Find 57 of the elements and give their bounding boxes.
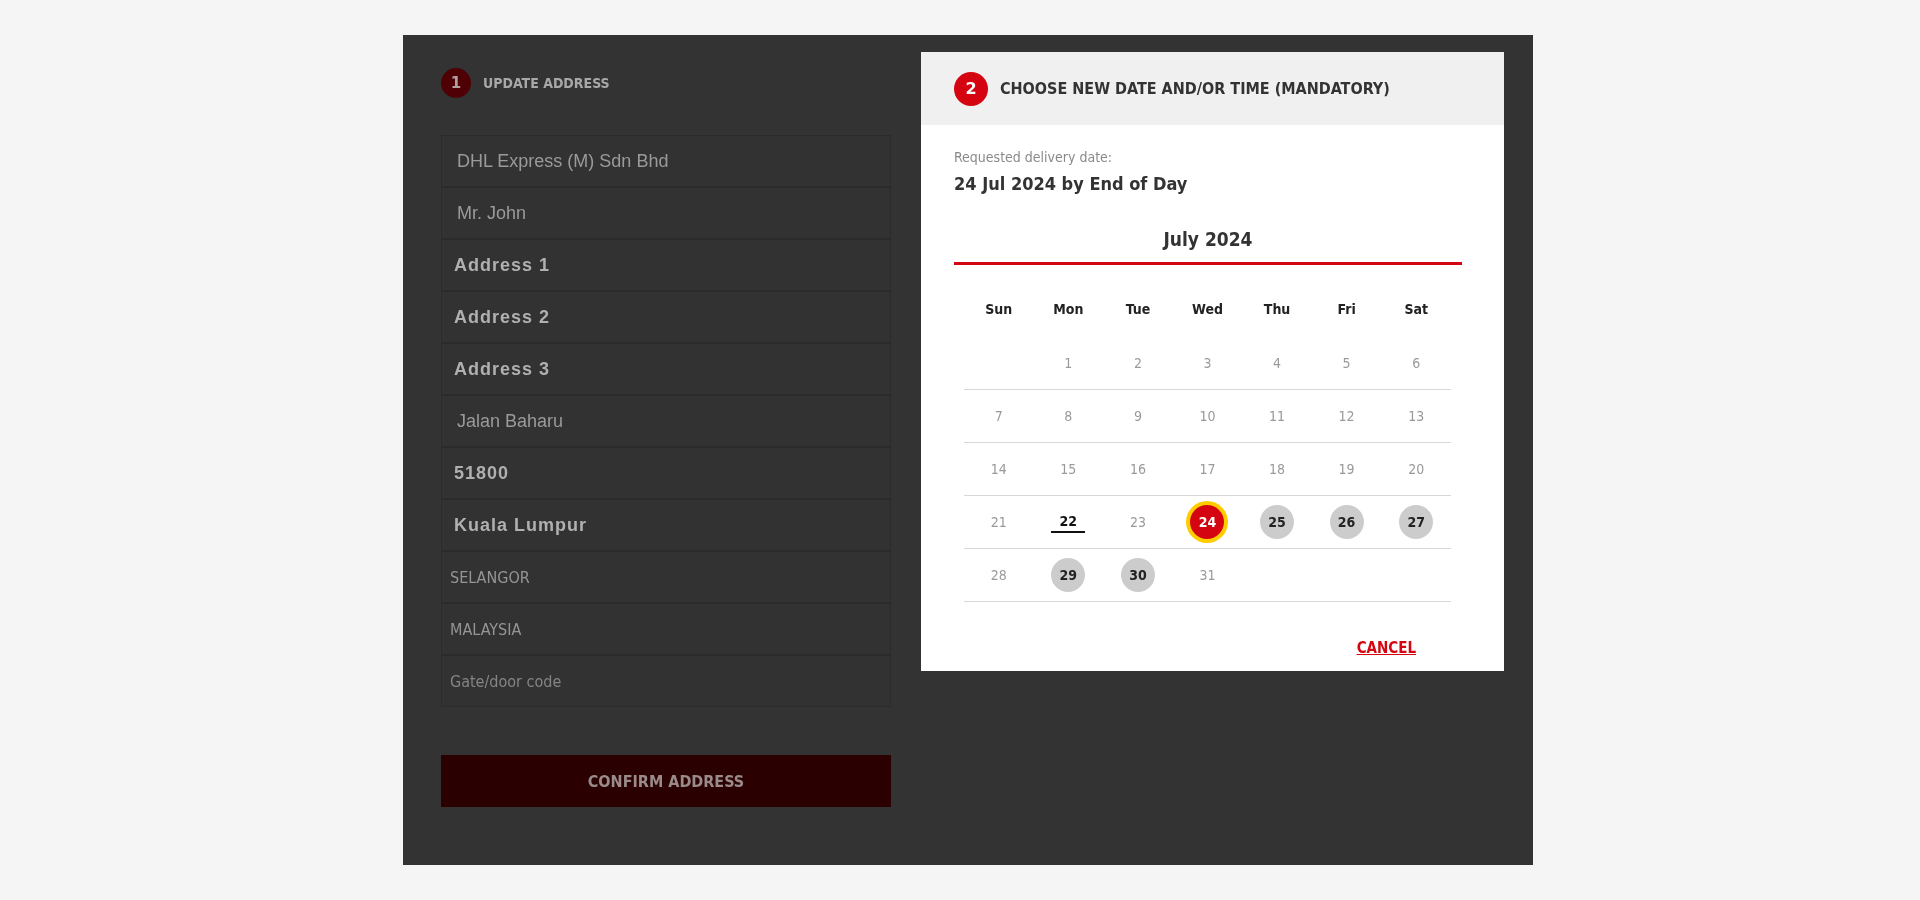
section-title: UPDATE ADDRESS (483, 75, 610, 91)
calendar-day: 22 (1051, 511, 1086, 533)
input-field[interactable]: Gate/door code (441, 655, 891, 707)
calendar-day: 3 (1190, 346, 1225, 380)
calendar-day: 9 (1120, 399, 1155, 433)
calendar-day: 18 (1260, 452, 1295, 486)
calendar-day: 7 (981, 399, 1016, 433)
calendar-day: 12 (1329, 399, 1364, 433)
weekday-label: Sun (985, 301, 1013, 317)
step-number: 1 (441, 68, 471, 98)
input-field[interactable]: Mr. John (441, 187, 891, 239)
weekday-label: Sat (1404, 301, 1428, 317)
calendar-day: 31 (1190, 558, 1225, 592)
weekday-label: Fri (1337, 301, 1356, 317)
input-field[interactable]: Address 3 (441, 343, 891, 395)
input-field[interactable]: SELANGOR (441, 551, 891, 603)
calendar-day: 20 (1399, 452, 1434, 486)
confirm-button[interactable]: CONFIRM ADDRESS (441, 755, 891, 807)
field-label: Requested delivery date: (954, 149, 1114, 165)
calendar-day: 8 (1051, 399, 1086, 433)
weekday-label: Wed (1192, 301, 1223, 317)
input-field[interactable]: Address 2 (441, 291, 891, 343)
calendar-day: 2 (1120, 346, 1155, 380)
weekday-label: Tue (1125, 301, 1151, 317)
calendar-day[interactable]: 27 (1399, 505, 1434, 539)
calendar-day[interactable]: 30 (1120, 558, 1155, 592)
input-field[interactable]: Address 1 (441, 239, 891, 291)
weekday-label: Thu (1263, 301, 1291, 317)
input-field[interactable]: DHL Express (M) Sdn Bhd (441, 135, 891, 187)
delivery-date: 24 Jul 2024 by End of Day (954, 173, 1189, 194)
step-number: 2 (954, 71, 988, 106)
calendar-day[interactable]: 29 (1051, 558, 1086, 592)
calendar-day: 15 (1051, 452, 1086, 486)
calendar-day: 11 (1260, 399, 1295, 433)
calendar-day: 21 (981, 505, 1016, 539)
calendar-day: 5 (1329, 346, 1364, 380)
weekday-label: Mon (1053, 301, 1084, 317)
input-field[interactable]: Jalan Baharu (441, 395, 891, 447)
input-field[interactable]: Kuala Lumpur (441, 499, 891, 551)
calendar-day: 17 (1190, 452, 1225, 486)
input-field[interactable]: 51800 (441, 447, 891, 499)
calendar-day[interactable]: 25 (1260, 505, 1295, 539)
cancel-link[interactable]: CANCEL (1356, 639, 1416, 657)
calendar-day: 14 (981, 452, 1016, 486)
calendar-day: 6 (1399, 346, 1434, 380)
calendar-day: 10 (1190, 399, 1225, 433)
calendar-day: 19 (1329, 452, 1364, 486)
calendar-day: 28 (981, 558, 1016, 592)
calendar-day: 4 (1260, 346, 1295, 380)
dialog-title: CHOOSE NEW DATE AND/OR TIME (MANDATORY) (1000, 79, 1390, 98)
input-field[interactable]: MALAYSIA (441, 603, 891, 655)
calendar-day[interactable]: 26 (1329, 505, 1364, 539)
month-title: July 2024 (954, 228, 1462, 265)
calendar-day: 13 (1399, 399, 1434, 433)
calendar-day: 16 (1120, 452, 1155, 486)
calendar-day: 1 (1051, 346, 1086, 380)
calendar-day: 23 (1120, 505, 1155, 539)
